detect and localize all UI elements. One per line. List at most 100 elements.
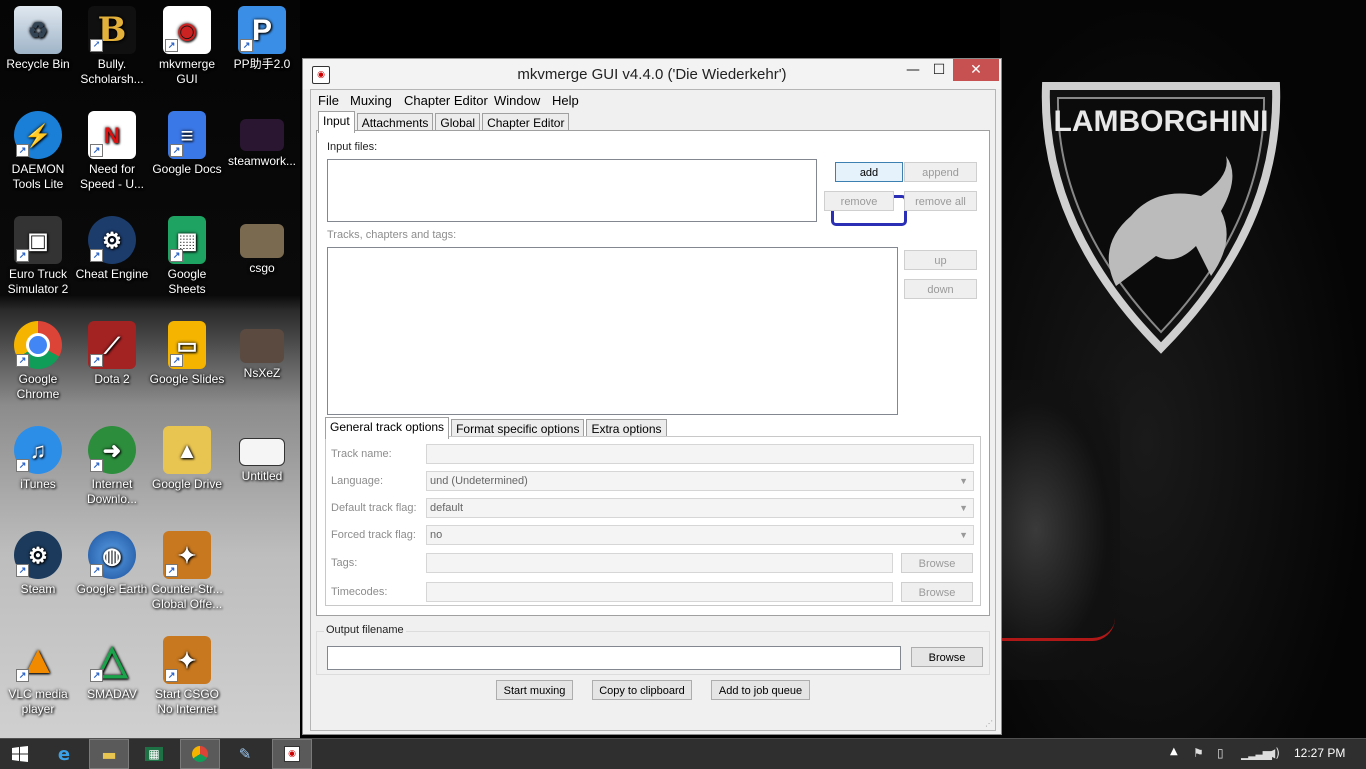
desktop-icon-euro-truck[interactable]: ▣ ↗ Euro Truck Simulator 2 [0,210,76,297]
counter-strike-icon: ✦ ↗ [163,531,211,579]
desktop-icon-idm[interactable]: ➜ ↗ Internet Downlo... [74,420,150,507]
track-name-field[interactable] [426,444,974,464]
desktop-icon-start-csgo[interactable]: ✦ ↗ Start CSGO No Internet [149,630,225,717]
desktop-icon-google-drive[interactable]: ▲ Google Drive [149,420,225,492]
taskbar-file-explorer[interactable]: ▬ [89,739,129,769]
maximize-button[interactable]: ☐ [929,59,949,81]
menu-help[interactable]: Help [552,93,579,108]
copy-to-clipboard-button[interactable]: Copy to clipboard [592,680,692,700]
language-label: Language: [331,475,383,487]
icon-label: Euro Truck Simulator 2 [7,267,69,296]
append-button[interactable]: append [904,162,977,182]
output-filename-input[interactable] [327,646,901,670]
windows-start-button[interactable] [0,739,40,769]
action-center-icon[interactable]: ⚑ [1193,746,1204,760]
icon-label: Google Docs [152,162,222,176]
desktop-icon-vlc[interactable]: ▲ ↗ VLC media player [0,630,76,717]
taskbar-chrome[interactable] [180,739,220,769]
desktop-icon-google-slides[interactable]: ▭ ↗ Google Slides [149,315,225,387]
language-select[interactable]: und (Undetermined) ▼ [426,471,974,491]
desktop-icon-chrome[interactable]: ↗ Google Chrome [0,315,76,402]
desktop-icon-bully[interactable]: B ↗ Bully. Scholarsh... [74,0,150,87]
desktop-icon-csgo-game[interactable]: ✦ ↗ Counter-Str... Global Offe... [149,525,225,612]
desktop-icon-steam[interactable]: ⚙ ↗ Steam [0,525,76,597]
need-for-speed-icon: N ↗ [88,111,136,159]
dota2-icon: ⟋ ↗ [88,321,136,369]
battery-icon[interactable]: ▯ [1217,746,1224,760]
down-button[interactable]: down [904,279,977,299]
default-track-flag-select[interactable]: default ▼ [426,498,974,518]
output-browse-button[interactable]: Browse [911,647,983,667]
remove-button[interactable]: remove [824,191,894,211]
add-to-job-queue-button[interactable]: Add to job queue [711,680,810,700]
menu-window[interactable]: Window [494,93,540,108]
close-button[interactable]: ✕ [953,59,999,81]
cheat-engine-icon: ⚙ ↗ [88,216,136,264]
mkvmerge-icon: ◉ [284,746,300,762]
language-value: und (Undetermined) [430,475,528,487]
tab-input[interactable]: Input [318,111,355,133]
menu-chapter-editor[interactable]: Chapter Editor [404,93,488,108]
input-files-list[interactable] [327,159,817,222]
desktop-icon-cheat-engine[interactable]: ⚙ ↗ Cheat Engine [74,210,150,282]
show-hidden-icons-button[interactable]: ▲ [1170,746,1178,757]
default-track-flag-label: Default track flag: [331,502,417,514]
icon-label: NsXeZ [243,366,281,380]
resize-grip-icon[interactable]: ⋰ [985,719,993,728]
desktop-icon-steamwork[interactable]: steamwork... [224,105,300,169]
window-title: mkvmerge GUI v4.4.0 ('Die Wiederkehr') [517,66,787,83]
shortcut-arrow-icon: ↗ [16,459,29,472]
taskbar-mkvmerge[interactable]: ◉ [272,739,312,769]
menu-bar: File Muxing Chapter Editor Window Help [311,90,995,110]
forced-track-flag-select[interactable]: no ▼ [426,525,974,545]
shortcut-arrow-icon: ↗ [90,669,103,682]
desktop-icon-smadav[interactable]: △ ↗ SMADAV [74,630,150,702]
desktop-icon-dota2[interactable]: ⟋ ↗ Dota 2 [74,315,150,387]
taskbar-excel[interactable]: ▦ [134,739,174,769]
volume-icon[interactable]: ◀) [1266,746,1280,760]
general-track-options-panel: Track name: Language: und (Undetermined)… [325,436,981,606]
desktop-icon-daemon[interactable]: ⚡ ↗ DAEMON Tools Lite [0,105,76,192]
desktop-icon-google-sheets[interactable]: ▦ ↗ Google Sheets [149,210,225,297]
desktop-icon-mkvmerge[interactable]: ◉ ↗ mkvmerge GUI [149,0,225,87]
tracks-list[interactable] [327,247,898,415]
csgo-folder-icon [240,224,284,258]
start-muxing-button[interactable]: Start muxing [496,680,573,700]
add-button[interactable]: add [835,162,903,182]
desktop-icon-pp[interactable]: P ↗ PP助手2.0 [224,0,300,72]
menu-muxing[interactable]: Muxing [350,93,392,108]
menu-file[interactable]: File [318,93,339,108]
desktop-icon-itunes[interactable]: ♫ ↗ iTunes [0,420,76,492]
default-track-flag-value: default [430,502,464,514]
remove-all-button[interactable]: remove all [904,191,977,211]
up-button[interactable]: up [904,250,977,270]
title-bar[interactable]: ◉ mkvmerge GUI v4.4.0 ('Die Wiederkehr')… [303,59,1001,89]
timecodes-browse-button[interactable]: Browse [901,582,973,602]
taskbar-internet-explorer[interactable]: e [44,739,84,769]
excel-icon: ▦ [145,747,163,761]
taskbar-paint[interactable]: ✎ [225,739,265,769]
google-sheets-icon: ▦ ↗ [168,216,206,264]
client-area: File Muxing Chapter Editor Window Help I… [310,89,996,731]
vlc-icon: ▲ ↗ [14,636,62,684]
system-clock[interactable]: 12:27 PM [1294,746,1345,760]
shortcut-arrow-icon: ↗ [16,249,29,262]
shortcut-arrow-icon: ↗ [170,354,183,367]
desktop-icon-untitled[interactable]: Untitled [224,420,300,484]
desktop-icon-nsxez[interactable]: NsXeZ [224,315,300,381]
desktop-icon-csgo[interactable]: csgo [224,210,300,276]
tags-browse-button[interactable]: Browse [901,553,973,573]
timecodes-field[interactable] [426,582,893,602]
internet-explorer-icon: e [57,743,71,765]
icon-label: Dota 2 [94,372,130,386]
chevron-down-icon: ▼ [959,530,968,540]
untitled-file-icon [239,438,285,466]
desktop-icon-google-earth[interactable]: ◍ ↗ Google Earth [74,525,150,597]
desktop-icon-recycle-bin[interactable]: ♻ Recycle Bin [0,0,76,72]
tab-general-track-options[interactable]: General track options [325,417,450,439]
icon-label: iTunes [20,477,56,491]
minimize-button[interactable]: — [903,59,923,81]
tags-field[interactable] [426,553,893,573]
desktop-icon-google-docs[interactable]: ≡ ↗ Google Docs [149,105,225,177]
desktop-icon-nfs[interactable]: N ↗ Need for Speed - U... [74,105,150,192]
